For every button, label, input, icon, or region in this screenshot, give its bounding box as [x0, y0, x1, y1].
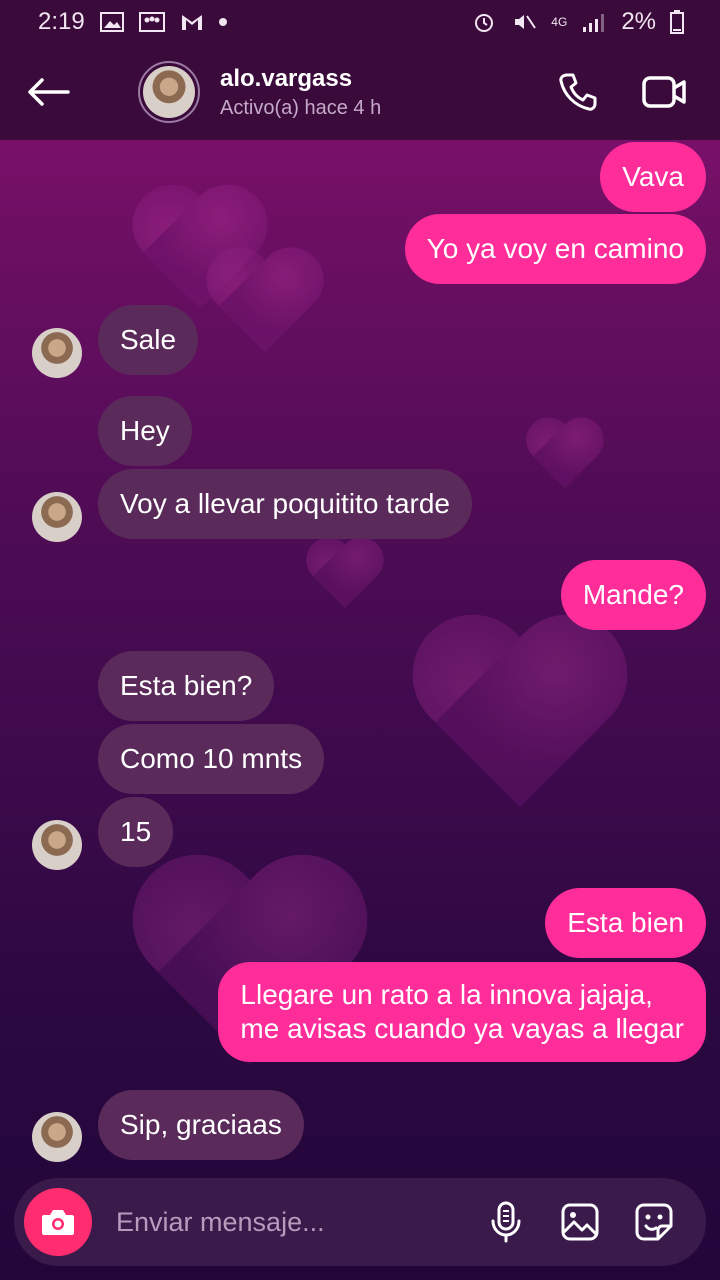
sticker-button[interactable]: [632, 1200, 676, 1244]
composer-actions: [484, 1200, 706, 1244]
voice-message-button[interactable]: [484, 1200, 528, 1244]
gmail-icon: [181, 15, 202, 30]
message-line: me avisas cuando ya vayas a llegar: [240, 1013, 684, 1044]
avatar-image: [143, 66, 195, 118]
contact-avatar[interactable]: [138, 61, 200, 123]
voice-call-button[interactable]: [556, 70, 600, 114]
message-bubble-incoming[interactable]: 15: [98, 797, 174, 867]
message-bubble-incoming[interactable]: Esta bien?: [98, 651, 275, 721]
battery-icon: [670, 10, 684, 34]
mute-icon: [515, 15, 537, 29]
contact-name: alo.vargass: [220, 64, 353, 92]
message-bubble-outgoing[interactable]: Vava: [600, 142, 706, 212]
contact-avatar-small[interactable]: [32, 492, 82, 542]
status-left: 2:19: [38, 8, 227, 36]
message-bubble-incoming[interactable]: Sale: [98, 305, 199, 375]
network-type: 4G: [551, 15, 568, 29]
microphone-icon: [491, 1201, 521, 1243]
contact-avatar-small[interactable]: [32, 820, 82, 870]
contact-avatar-small[interactable]: [32, 328, 82, 378]
contact-avatar-small[interactable]: [32, 1112, 82, 1162]
message-bubble-incoming[interactable]: Como 10 mnts: [98, 724, 325, 794]
image-icon: [561, 1203, 599, 1241]
camera-button[interactable]: [24, 1188, 92, 1256]
signal-icon: [583, 14, 605, 32]
status-right: 4G 2%: [471, 8, 684, 36]
video-camera-icon: [642, 76, 686, 108]
video-call-button[interactable]: [642, 70, 686, 114]
alarm-icon: [475, 14, 494, 32]
message-bubble-outgoing[interactable]: Esta bien: [545, 888, 706, 958]
message-bubble-incoming[interactable]: Hey: [98, 396, 192, 466]
message-bubble-incoming[interactable]: Voy a llevar poquitito tarde: [98, 469, 472, 539]
message-bubble-outgoing[interactable]: Yo ya voy en camino: [404, 214, 706, 284]
message-composer: [14, 1178, 706, 1266]
message-bubble-outgoing[interactable]: Mande?: [560, 560, 706, 630]
message-bubble-incoming[interactable]: Sip, graciaas: [98, 1090, 304, 1160]
chat-header: alo.vargass Activo(a) hace 4 h: [0, 44, 720, 140]
message-bubble-outgoing-multiline[interactable]: Llegare un rato a la innova jajaja, me a…: [218, 962, 706, 1062]
sticker-icon: [635, 1203, 673, 1241]
notification-dot-icon: [218, 18, 227, 26]
camera-icon: [42, 1210, 74, 1235]
gallery-icon: [99, 12, 124, 32]
group-icon: [138, 12, 165, 32]
battery-level: 2%: [621, 8, 656, 35]
chat-thread: Vava Yo ya voy en camino Sale Hey Voy a …: [0, 140, 720, 1170]
header-actions: [556, 70, 720, 114]
contact-status: Activo(a) hace 4 h: [220, 96, 382, 119]
contact-info[interactable]: alo.vargass Activo(a) hace 4 h: [220, 65, 381, 120]
status-time: 2:19: [38, 8, 85, 35]
status-bar: 2:19 4G 2%: [0, 0, 720, 44]
back-button[interactable]: [0, 44, 96, 140]
back-arrow-icon: [28, 78, 70, 106]
message-line: Llegare un rato a la innova jajaja,: [240, 979, 653, 1010]
phone-icon: [559, 73, 597, 111]
message-input[interactable]: [116, 1206, 484, 1238]
gallery-button[interactable]: [558, 1200, 602, 1244]
